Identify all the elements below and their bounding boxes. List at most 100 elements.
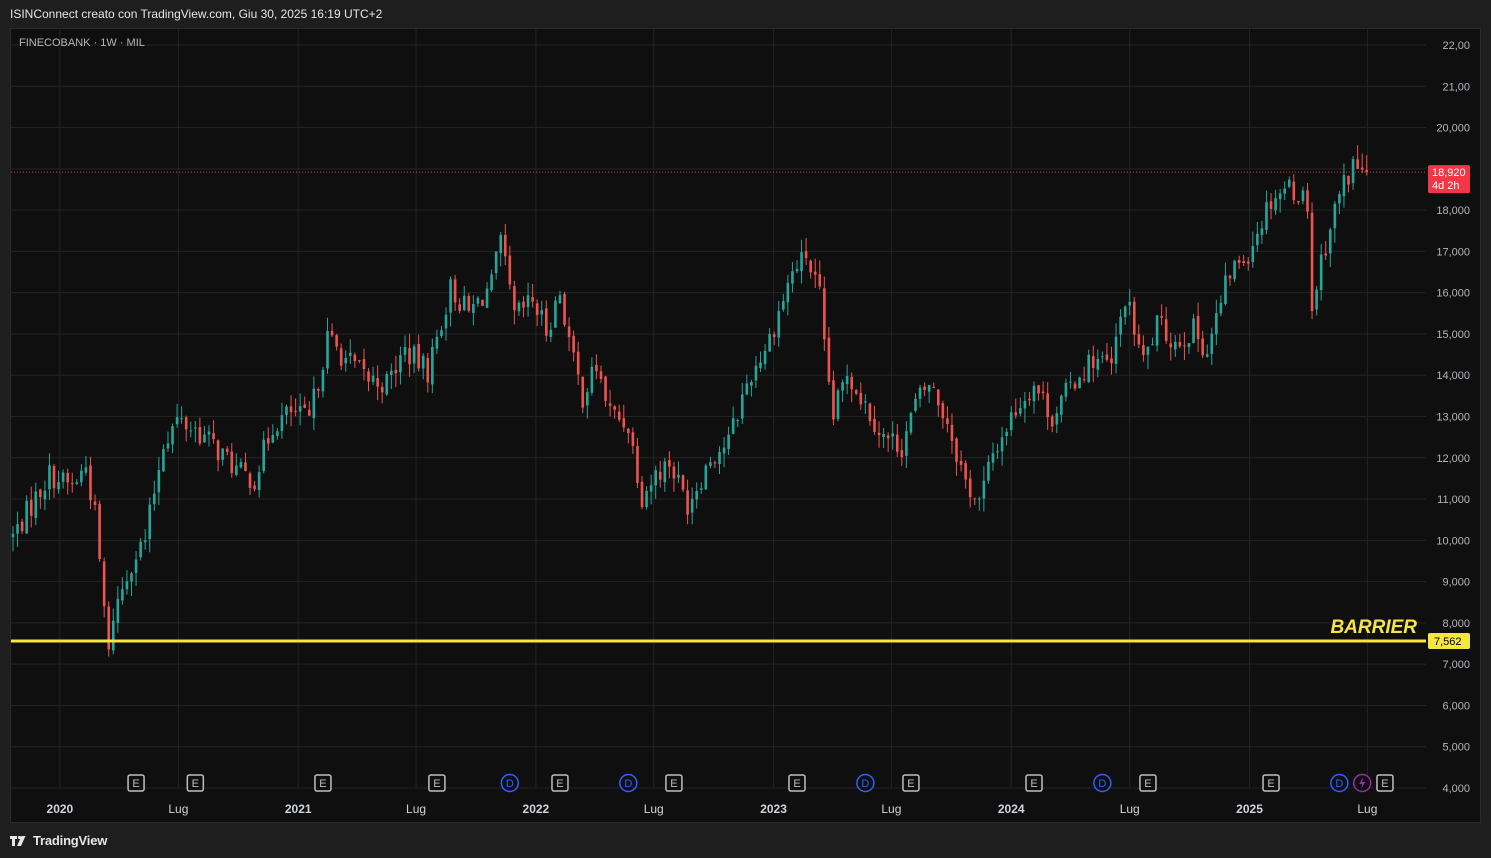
candle-down[interactable]: [636, 446, 639, 484]
candle-down[interactable]: [1041, 391, 1045, 394]
candle-down[interactable]: [1169, 343, 1173, 348]
candle-up[interactable]: [344, 357, 348, 364]
candle-up[interactable]: [180, 418, 183, 420]
candle-down[interactable]: [823, 288, 826, 340]
candle-down[interactable]: [216, 440, 220, 461]
candle-down[interactable]: [1324, 253, 1328, 256]
candle-down[interactable]: [39, 489, 42, 498]
candle-up[interactable]: [166, 443, 170, 449]
candle-up[interactable]: [768, 334, 771, 352]
candle-down[interactable]: [608, 403, 612, 406]
candle-down[interactable]: [253, 485, 256, 490]
candle-down[interactable]: [481, 299, 484, 306]
candle-up[interactable]: [1078, 377, 1081, 389]
candle-up[interactable]: [864, 401, 867, 403]
candle-up[interactable]: [271, 434, 275, 443]
candle-down[interactable]: [804, 251, 808, 259]
candle-up[interactable]: [590, 366, 594, 393]
candle-up[interactable]: [207, 431, 211, 435]
candle-down[interactable]: [1050, 416, 1054, 427]
candle-up[interactable]: [690, 498, 694, 513]
candle-up[interactable]: [462, 295, 466, 311]
candle-up[interactable]: [1256, 233, 1259, 246]
candle-down[interactable]: [289, 406, 293, 413]
candle-up[interactable]: [649, 485, 653, 492]
candle-down[interactable]: [1183, 345, 1186, 347]
candle-down[interactable]: [1360, 167, 1364, 170]
candle-down[interactable]: [426, 358, 430, 383]
candle-up[interactable]: [476, 297, 480, 304]
candle-down[interactable]: [713, 462, 717, 464]
candle-up[interactable]: [526, 295, 530, 308]
candle-down[interactable]: [417, 343, 420, 369]
candle-down[interactable]: [850, 376, 853, 390]
candle-up[interactable]: [43, 490, 47, 500]
candle-down[interactable]: [1105, 354, 1109, 360]
candle-up[interactable]: [1060, 395, 1063, 415]
candle-down[interactable]: [950, 424, 954, 441]
candle-down[interactable]: [809, 260, 812, 273]
candle-up[interactable]: [125, 581, 129, 590]
candle-up[interactable]: [1319, 254, 1323, 291]
candle-down[interactable]: [20, 521, 24, 532]
candle-down[interactable]: [968, 478, 972, 498]
candle-down[interactable]: [225, 448, 229, 453]
candle-down[interactable]: [622, 418, 626, 428]
candle-down[interactable]: [1306, 190, 1309, 212]
candle-down[interactable]: [66, 472, 69, 483]
candle-up[interactable]: [321, 369, 325, 392]
candle-down[interactable]: [394, 369, 398, 374]
candle-down[interactable]: [1196, 316, 1200, 339]
candle-up[interactable]: [412, 346, 416, 364]
candle-up[interactable]: [1210, 333, 1214, 354]
candle-down[interactable]: [198, 427, 202, 444]
candle-up[interactable]: [991, 453, 995, 463]
candle-up[interactable]: [540, 310, 544, 315]
candle-down[interactable]: [672, 466, 676, 479]
candle-up[interactable]: [11, 533, 15, 538]
candle-down[interactable]: [1164, 319, 1168, 341]
candle-up[interactable]: [1215, 313, 1218, 335]
candle-up[interactable]: [709, 462, 712, 466]
candle-down[interactable]: [1347, 175, 1350, 185]
candle-up[interactable]: [262, 439, 265, 472]
candle-down[interactable]: [1142, 345, 1145, 356]
candle-up[interactable]: [663, 461, 667, 483]
candle-down[interactable]: [266, 438, 270, 444]
candle-down[interactable]: [595, 364, 598, 372]
candle-down[interactable]: [946, 418, 949, 425]
candle-down[interactable]: [522, 301, 525, 308]
candle-up[interactable]: [1119, 316, 1122, 335]
candle-up[interactable]: [1219, 302, 1223, 314]
candle-up[interactable]: [677, 474, 680, 478]
candle-down[interactable]: [604, 376, 607, 401]
candle-up[interactable]: [786, 282, 790, 303]
candle-down[interactable]: [531, 297, 534, 302]
candle-up[interactable]: [1274, 198, 1277, 211]
candle-down[interactable]: [330, 330, 334, 336]
candle-down[interactable]: [617, 411, 621, 420]
candle-up[interactable]: [718, 452, 721, 465]
candle-down[interactable]: [877, 432, 881, 436]
candle-down[interactable]: [932, 387, 936, 389]
candle-up[interactable]: [795, 268, 799, 272]
candle-up[interactable]: [203, 434, 206, 443]
candle-down[interactable]: [52, 466, 56, 489]
candle-down[interactable]: [576, 351, 580, 375]
candle-up[interactable]: [909, 412, 913, 433]
candle-down[interactable]: [1201, 338, 1204, 356]
candle-up[interactable]: [586, 392, 589, 406]
candle-down[interactable]: [102, 561, 106, 607]
candle-up[interactable]: [326, 331, 329, 369]
candle-down[interactable]: [244, 462, 247, 471]
candle-down[interactable]: [367, 371, 370, 382]
tradingview-logo[interactable]: TradingView: [10, 833, 107, 848]
candle-down[interactable]: [832, 380, 835, 420]
candle-up[interactable]: [162, 449, 165, 472]
candle-up[interactable]: [239, 462, 243, 468]
candle-up[interactable]: [750, 381, 753, 386]
candle-up[interactable]: [1096, 358, 1100, 370]
candle-down[interactable]: [1297, 201, 1300, 203]
candle-up[interactable]: [695, 491, 699, 500]
candle-up[interactable]: [800, 252, 803, 272]
